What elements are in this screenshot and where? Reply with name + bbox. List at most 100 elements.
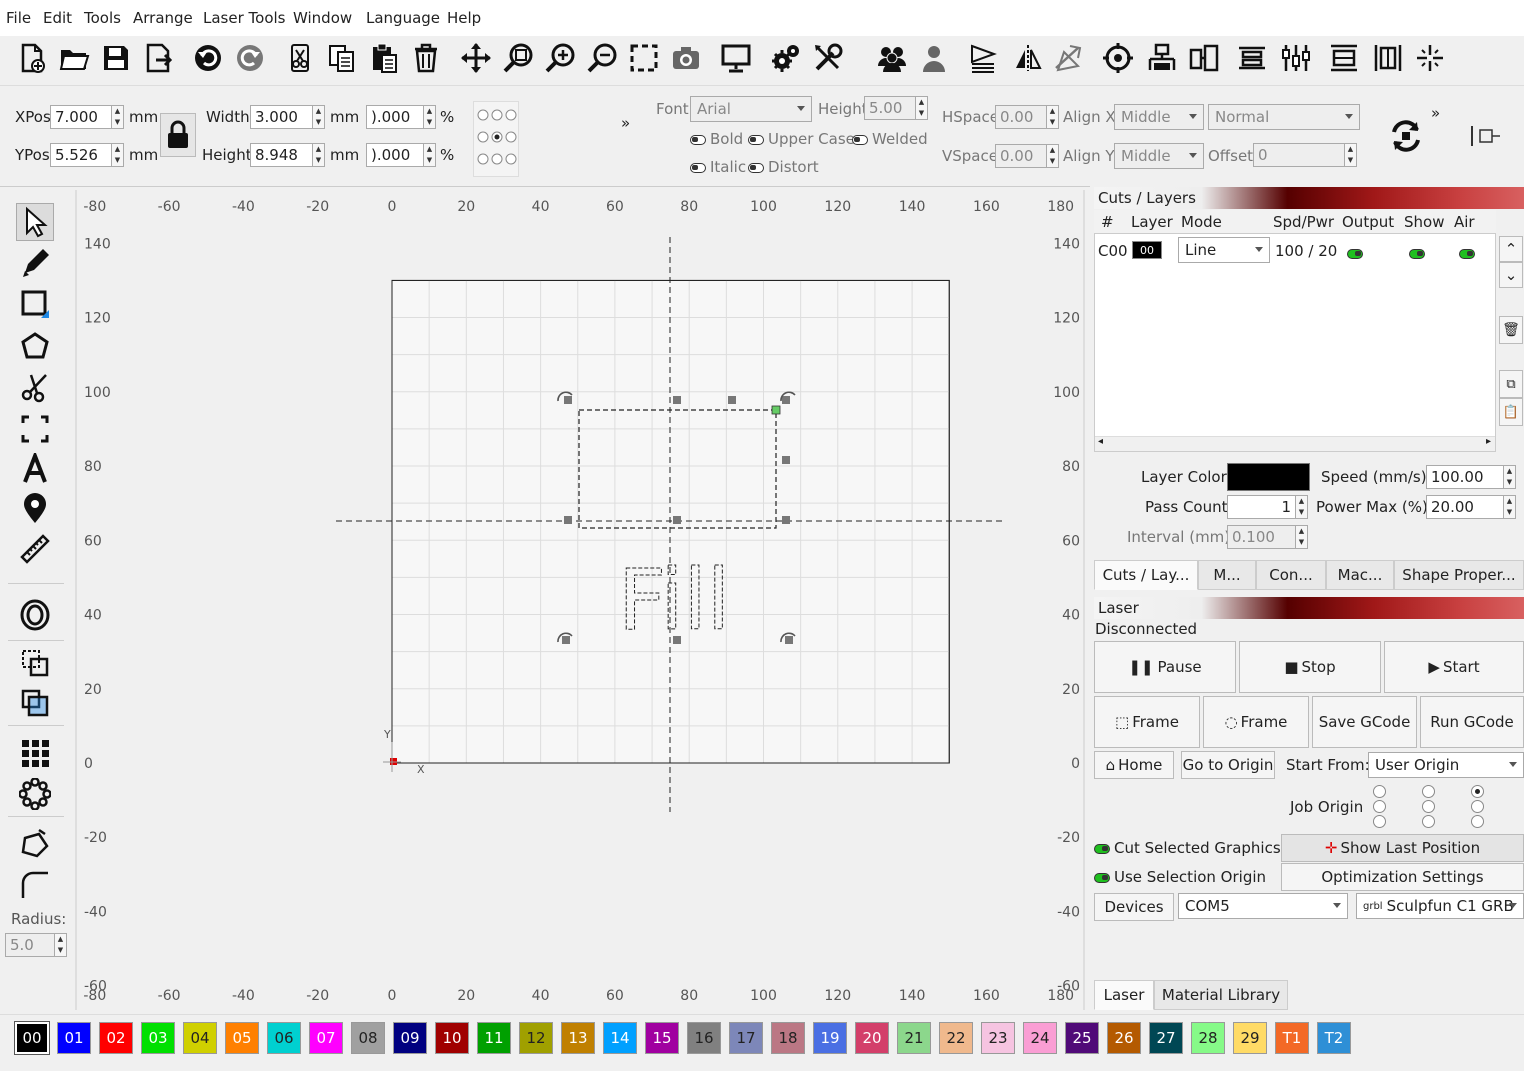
palette-swatch-03[interactable]: 03 xyxy=(141,1022,175,1054)
target-button[interactable] xyxy=(1100,40,1136,76)
palette-swatch-22[interactable]: 22 xyxy=(939,1022,973,1054)
palette-swatch-T2[interactable]: T2 xyxy=(1317,1022,1351,1054)
palette-swatch-29[interactable]: 29 xyxy=(1233,1022,1267,1054)
speed-spinner[interactable]: ▲ ▼ xyxy=(1504,465,1516,489)
resize-handle[interactable] xyxy=(673,516,681,524)
row-air-toggle[interactable] xyxy=(1459,244,1479,262)
cut-selected-toggle[interactable]: Cut Selected Graphics xyxy=(1094,839,1281,857)
palette-swatch-14[interactable]: 14 xyxy=(603,1022,637,1054)
resize-handle[interactable] xyxy=(564,396,572,404)
use-selection-origin-toggle[interactable]: Use Selection Origin xyxy=(1094,868,1266,886)
go-to-origin-button[interactable]: Go to Origin xyxy=(1181,751,1275,779)
canvas-text-fill[interactable]: Fill xyxy=(618,551,731,650)
interval-spinner[interactable]: ▲ ▼ xyxy=(1296,525,1308,549)
apply-transform-button[interactable] xyxy=(1388,118,1424,154)
tab-cuts-layers[interactable]: Cuts / Lay... xyxy=(1094,560,1198,590)
row-mode-select[interactable]: Line xyxy=(1178,237,1270,263)
palette-swatch-08[interactable]: 08 xyxy=(351,1022,385,1054)
job-origin-radio[interactable] xyxy=(1422,800,1435,813)
resize-handle[interactable] xyxy=(728,396,736,404)
table-hscrollbar[interactable] xyxy=(1095,436,1495,451)
optimization-settings-button[interactable]: Optimization Settings xyxy=(1281,863,1524,891)
palette-swatch-10[interactable]: 10 xyxy=(435,1022,469,1054)
palette-swatch-21[interactable]: 21 xyxy=(897,1022,931,1054)
palette-swatch-16[interactable]: 16 xyxy=(687,1022,721,1054)
anchor-handle[interactable] xyxy=(771,405,781,415)
tab-laser[interactable]: Laser xyxy=(1094,980,1154,1010)
distribute-h-button[interactable] xyxy=(1234,40,1270,76)
job-origin-radio[interactable] xyxy=(1373,800,1386,813)
row-layer-swatch[interactable]: 00 xyxy=(1132,241,1162,259)
palette-swatch-15[interactable]: 15 xyxy=(645,1022,679,1054)
copy-layer-button[interactable]: ⧉ xyxy=(1499,370,1523,398)
dock-options-button[interactable] xyxy=(1470,124,1502,148)
paste-layer-button[interactable]: 📋 xyxy=(1499,398,1523,426)
show-last-position-button[interactable]: ✛ Show Last Position xyxy=(1281,834,1524,862)
pause-button[interactable]: ❚❚ Pause xyxy=(1094,641,1236,693)
scroll-left-icon[interactable]: ◂ xyxy=(1098,436,1103,447)
tab-shape-properties[interactable]: Shape Proper... xyxy=(1394,560,1524,590)
home-button[interactable]: ⌂ Home xyxy=(1094,751,1174,779)
palette-swatch-02[interactable]: 02 xyxy=(99,1022,133,1054)
frame-rect-button[interactable]: ⬚ Frame xyxy=(1094,696,1200,748)
text-mode-select[interactable]: Normal xyxy=(1208,104,1360,130)
tab-macros[interactable]: Mac... xyxy=(1326,560,1394,590)
palette-swatch-05[interactable]: 05 xyxy=(225,1022,259,1054)
row-output-toggle[interactable] xyxy=(1347,244,1367,262)
move-layer-down-button[interactable]: ⌄ xyxy=(1499,262,1523,288)
work-area[interactable] xyxy=(391,279,950,764)
tab-console[interactable]: Con... xyxy=(1256,560,1326,590)
palette-swatch-06[interactable]: 06 xyxy=(267,1022,301,1054)
palette-swatch-07[interactable]: 07 xyxy=(309,1022,343,1054)
resize-handle[interactable] xyxy=(782,516,790,524)
palette-swatch-19[interactable]: 19 xyxy=(813,1022,847,1054)
palette-swatch-20[interactable]: 20 xyxy=(855,1022,889,1054)
job-origin-radio[interactable] xyxy=(1373,785,1386,798)
snap-button[interactable] xyxy=(1412,40,1448,76)
start-button[interactable]: ▶ Start xyxy=(1384,641,1524,693)
offset-input[interactable]: 0 xyxy=(1253,143,1345,167)
stop-button[interactable]: ■ Stop xyxy=(1239,641,1381,693)
align-y-select[interactable]: Middle xyxy=(1114,143,1204,169)
palette-swatch-18[interactable]: 18 xyxy=(771,1022,805,1054)
palette-swatch-11[interactable]: 11 xyxy=(477,1022,511,1054)
speed-input[interactable]: 100.00 xyxy=(1426,465,1504,489)
align-height-button[interactable] xyxy=(1370,40,1406,76)
job-origin-radio[interactable] xyxy=(1422,815,1435,828)
align-center-button[interactable] xyxy=(1186,40,1222,76)
resize-handle[interactable] xyxy=(673,396,681,404)
move-layer-up-button[interactable]: ⌃ xyxy=(1499,236,1523,262)
pass-count-spinner[interactable]: ▲ ▼ xyxy=(1296,495,1308,519)
resize-handle[interactable] xyxy=(562,636,570,644)
palette-swatch-17[interactable]: 17 xyxy=(729,1022,763,1054)
power-max-input[interactable]: 20.00 xyxy=(1426,495,1504,519)
offset-spinner[interactable]: ▲ ▼ xyxy=(1345,143,1357,167)
run-gcode-button[interactable]: Run GCode xyxy=(1420,696,1524,748)
power-max-spinner[interactable]: ▲ ▼ xyxy=(1504,495,1516,519)
scroll-right-icon[interactable]: ▸ xyxy=(1486,436,1491,447)
pass-count-input[interactable]: 1 xyxy=(1227,495,1296,519)
palette-swatch-09[interactable]: 09 xyxy=(393,1022,427,1054)
resize-handle[interactable] xyxy=(564,516,572,524)
align-x-select[interactable]: Middle xyxy=(1114,104,1204,130)
start-from-select[interactable]: User Origin xyxy=(1368,752,1524,778)
distribute-v-button[interactable] xyxy=(1278,40,1314,76)
palette-swatch-13[interactable]: 13 xyxy=(561,1022,595,1054)
align-top-button[interactable] xyxy=(1144,40,1180,76)
interval-input[interactable]: 0.100 xyxy=(1227,525,1296,549)
palette-swatch-04[interactable]: 04 xyxy=(183,1022,217,1054)
frame-circle-button[interactable]: ◌ Frame xyxy=(1203,696,1309,748)
palette-swatch-26[interactable]: 26 xyxy=(1107,1022,1141,1054)
job-origin-radio[interactable] xyxy=(1373,815,1386,828)
align-width-button[interactable] xyxy=(1326,40,1362,76)
delete-layer-button[interactable]: 🗑 xyxy=(1499,316,1523,344)
palette-swatch-01[interactable]: 01 xyxy=(57,1022,91,1054)
tab-move[interactable]: M... xyxy=(1198,560,1256,590)
save-gcode-button[interactable]: Save GCode xyxy=(1312,696,1417,748)
resize-handle[interactable] xyxy=(782,456,790,464)
resize-handle[interactable] xyxy=(782,396,790,404)
palette-swatch-24[interactable]: 24 xyxy=(1023,1022,1057,1054)
layer-color-swatch[interactable] xyxy=(1227,463,1310,491)
palette-swatch-T1[interactable]: T1 xyxy=(1275,1022,1309,1054)
job-origin-radio[interactable] xyxy=(1471,800,1484,813)
